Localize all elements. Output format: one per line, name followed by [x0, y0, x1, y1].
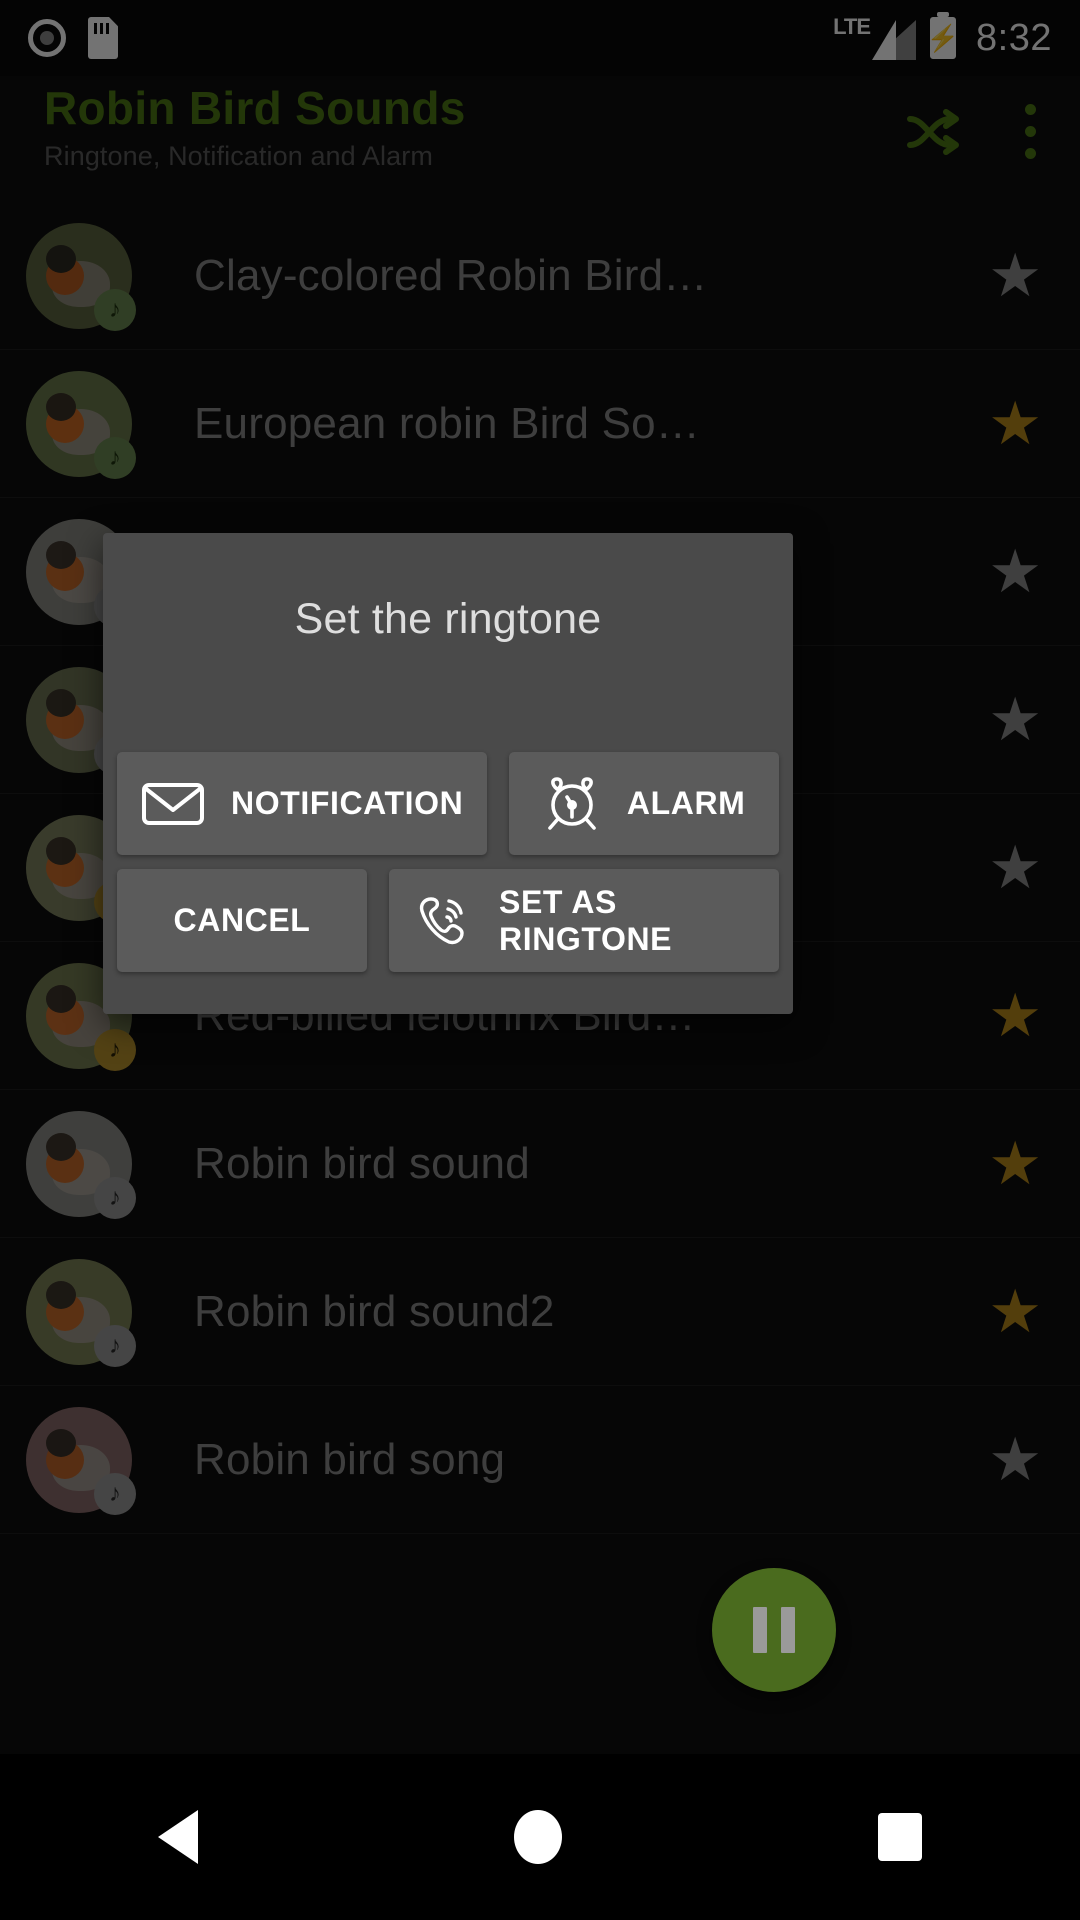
set-as-ringtone-button[interactable]: SET AS RINGTONE	[389, 869, 779, 972]
alarm-button[interactable]: ALARM	[509, 752, 779, 855]
play-pause-fab[interactable]	[712, 1568, 836, 1692]
dialog-row-secondary: CANCEL SET AS RINGTONE	[103, 869, 793, 972]
cancel-button[interactable]: CANCEL	[117, 869, 367, 972]
back-triangle-icon[interactable]	[158, 1810, 198, 1864]
dialog-button-rows: NOTIFICATION ALARM CANCEL SET AS RINGTON…	[103, 752, 793, 972]
dialog-row-primary: NOTIFICATION ALARM	[103, 752, 793, 855]
home-circle-icon[interactable]	[514, 1810, 562, 1864]
ringing-phone-icon	[419, 896, 464, 944]
dialog-title: Set the ringtone	[294, 595, 602, 643]
envelope-icon	[142, 782, 204, 825]
notification-button[interactable]: NOTIFICATION	[117, 752, 488, 855]
android-navigation-bar	[0, 1754, 1080, 1920]
alarm-button-label: ALARM	[626, 785, 746, 821]
notification-button-label: NOTIFICATION	[231, 785, 464, 821]
alarm-clock-icon	[548, 776, 596, 830]
recents-square-icon[interactable]	[878, 1813, 922, 1861]
pause-icon	[753, 1607, 767, 1653]
pause-icon	[781, 1607, 795, 1653]
set-as-ringtone-button-label: SET AS RINGTONE	[499, 883, 673, 957]
set-ringtone-dialog: Set the ringtone NOTIFICATION ALARM CANC…	[103, 533, 793, 1014]
cancel-button-label: CANCEL	[173, 902, 311, 938]
phone-screen: LTE ⚡ 8:32 Robin Bird Sounds Ringtone, N…	[0, 0, 1080, 1920]
